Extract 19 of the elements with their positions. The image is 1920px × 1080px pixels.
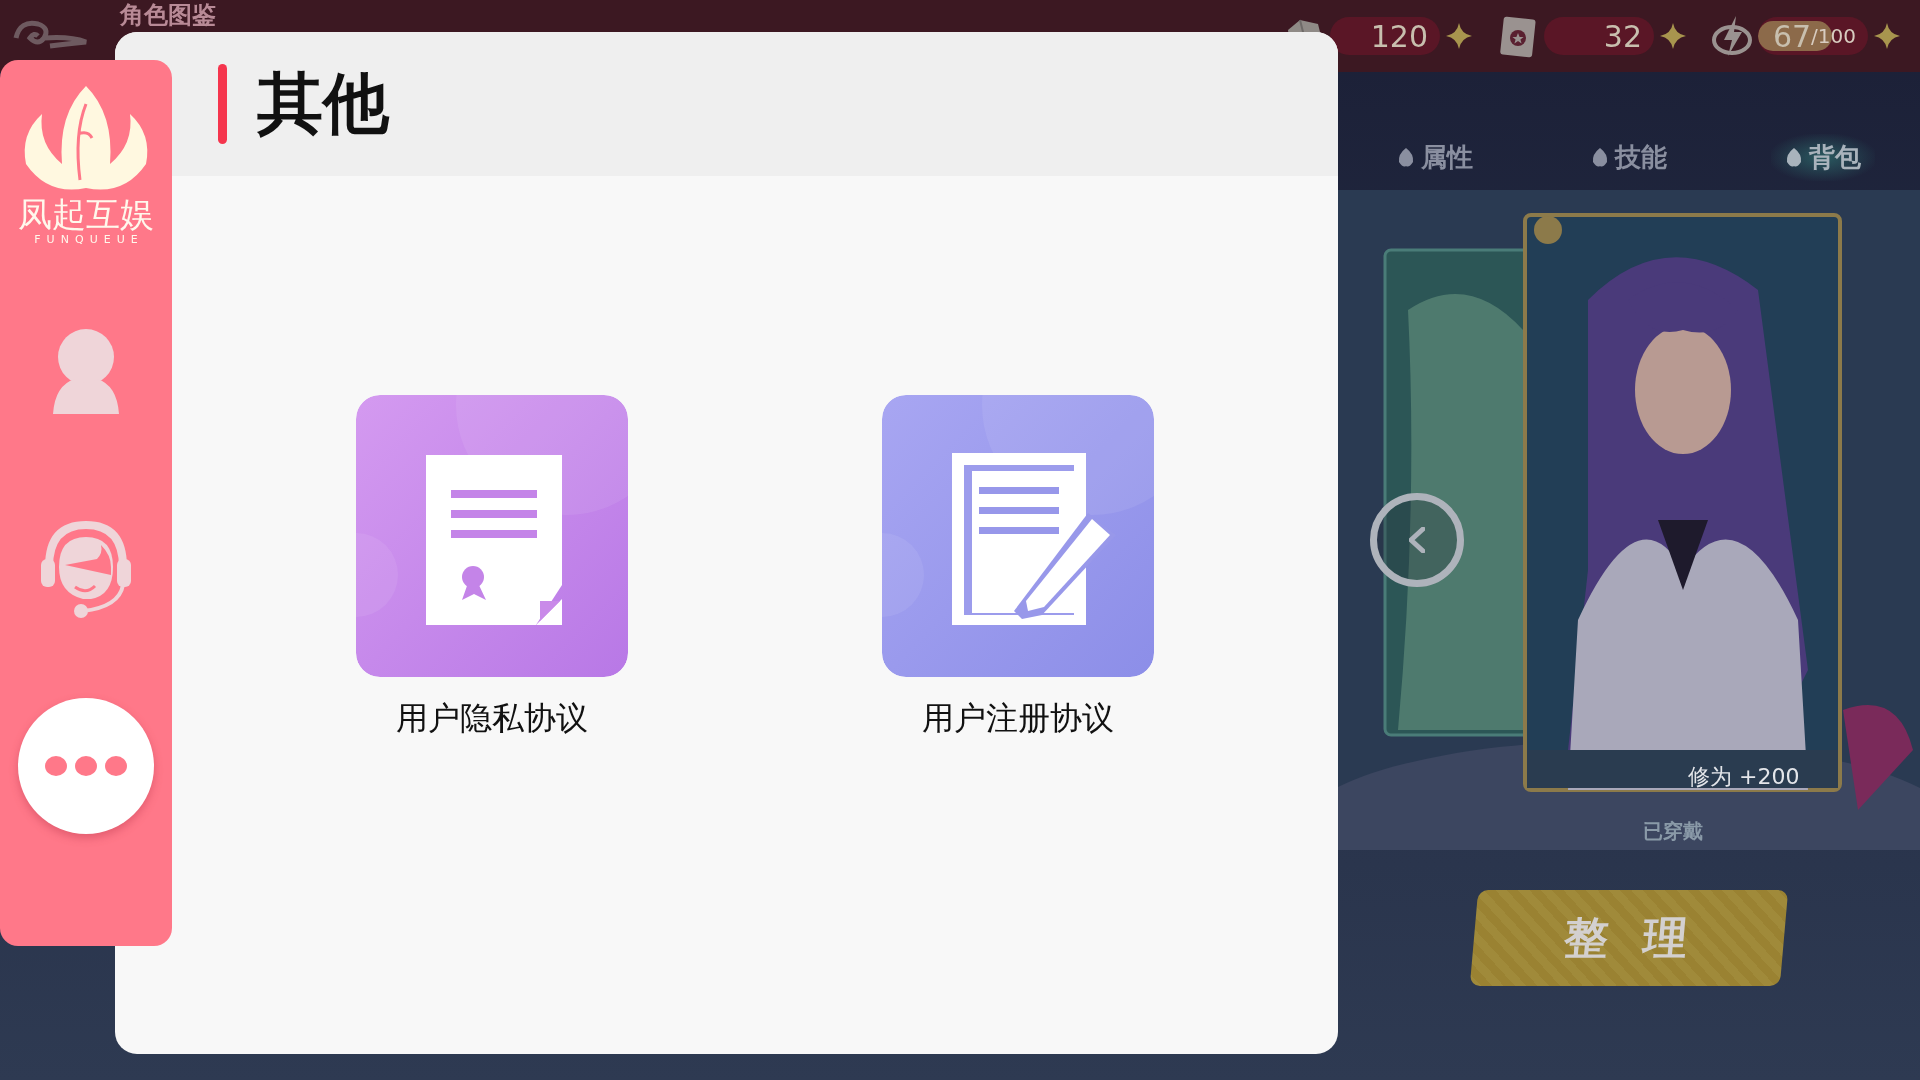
- resource-counter: 32: [1544, 17, 1654, 55]
- page-title: 角色图鉴: [120, 2, 216, 30]
- agreement-button[interactable]: 用户注册协议: [882, 395, 1154, 741]
- logo-name: 凤起互娱: [18, 196, 154, 234]
- dialog-title: 其他: [257, 64, 389, 144]
- tab[interactable]: 技能: [1577, 133, 1681, 181]
- document-pencil-icon: [882, 395, 1154, 677]
- logo-tagline: FUNQUEUE: [33, 233, 144, 247]
- more-icon: [44, 755, 128, 778]
- tab[interactable]: 背包: [1771, 133, 1875, 181]
- lightning-icon: [1710, 14, 1754, 58]
- status-label: 已穿戴: [1643, 818, 1703, 845]
- bonus-label: 修为 +200: [1688, 763, 1800, 791]
- resource-counter: 67/100: [1758, 17, 1868, 55]
- resource-counter: 120: [1330, 17, 1440, 55]
- tab[interactable]: 属性: [1383, 133, 1487, 181]
- chevron-left-icon: [1409, 527, 1425, 553]
- agreement-button[interactable]: 用户隐私协议: [356, 395, 628, 741]
- certificate-document-icon: [356, 395, 628, 677]
